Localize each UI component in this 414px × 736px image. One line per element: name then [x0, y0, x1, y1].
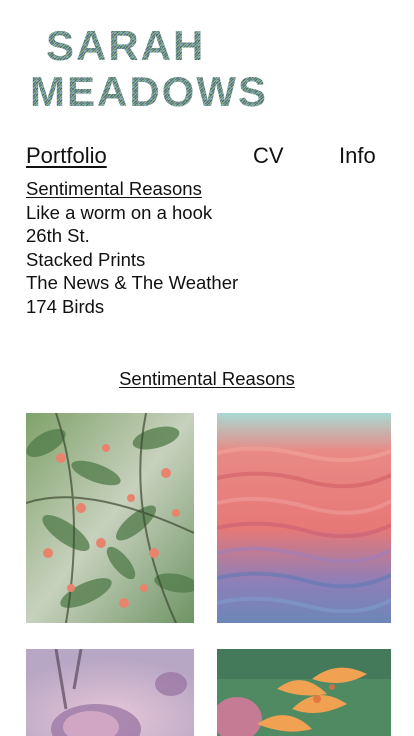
series-link-worm-on-hook[interactable]: Like a worm on a hook	[26, 201, 238, 225]
site-logo[interactable]: SARAH MEADOWS	[30, 20, 300, 110]
series-link-stacked-prints[interactable]: Stacked Prints	[26, 248, 238, 272]
logo-line-1: SARAH	[46, 22, 205, 69]
gallery-image-peach-tree[interactable]	[26, 413, 194, 623]
logo-line-2: MEADOWS	[30, 68, 268, 110]
gallery-image-water-ripples[interactable]	[217, 413, 391, 623]
series-link-sentimental-reasons[interactable]: Sentimental Reasons	[26, 177, 238, 201]
gallery-title[interactable]: Sentimental Reasons	[0, 368, 414, 390]
nav-info[interactable]: Info	[339, 141, 376, 171]
nav-cv[interactable]: CV	[253, 141, 284, 171]
portfolio-subnav: Sentimental Reasons Like a worm on a hoo…	[26, 177, 238, 318]
series-link-news-weather[interactable]: The News & The Weather	[26, 271, 238, 295]
series-link-174-birds[interactable]: 174 Birds	[26, 295, 238, 319]
gallery-image-lily[interactable]	[217, 649, 391, 736]
gallery-image-rose[interactable]	[26, 649, 194, 736]
nav-portfolio[interactable]: Portfolio	[26, 141, 107, 171]
series-link-26th-st[interactable]: 26th St.	[26, 224, 238, 248]
main-nav: Portfolio CV Info	[26, 141, 380, 171]
